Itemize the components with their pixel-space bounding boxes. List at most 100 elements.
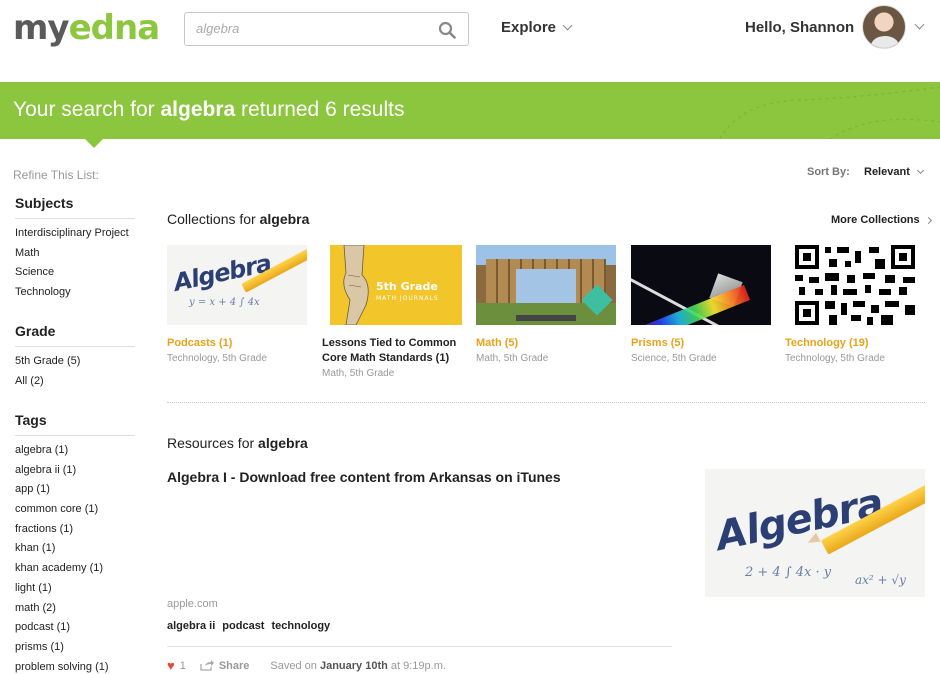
chevron-down-icon [916,166,924,175]
explore-menu[interactable]: Explore [501,19,573,36]
collections-query: algebra [259,211,310,227]
filter-tag[interactable]: podcast (1) [15,620,109,640]
collection-subtitle: Math, 5th Grade [322,368,395,379]
banner-decoration [719,86,940,139]
results-heading: Your search for algebra returned 6 resul… [13,98,404,122]
collection-subtitle: Technology, 5th Grade [785,353,885,364]
resource-actions: ♥ 1 Share Saved on January 10th at 9:19p… [167,658,446,673]
avatar[interactable] [862,5,906,49]
collection-title[interactable]: Prisms (5) [631,336,771,351]
results-prefix: Your search for [13,98,161,121]
collection-thumbnail [785,245,925,325]
filter-tag[interactable]: common core (1) [15,502,109,522]
resource-tags: algebra ii podcast technology [167,620,330,632]
collection-title[interactable]: Lessons Tied to Common Core Math Standar… [322,336,462,366]
resources-prefix: Resources for [167,435,259,451]
share-label: Share [218,659,250,672]
tags-list: algebra (1) algebra ii (1) app (1) commo… [15,443,109,674]
resource-title-link[interactable]: Algebra I - Download free content from A… [167,469,561,485]
grade-heading: Grade [15,323,135,347]
collection-title[interactable]: Math (5) [476,336,616,351]
saved-info: Saved on January 10th at 9:19p.m. [270,660,446,672]
sort-label: Sort By: [807,166,850,178]
filter-tag[interactable]: fractions (1) [15,522,109,542]
collection-card[interactable]: Math (5) Math, 5th Grade [476,245,616,364]
filter-tag[interactable]: khan (1) [15,541,109,561]
more-collections-label: More Collections [831,214,920,226]
filter-tag[interactable]: algebra ii (1) [15,463,109,483]
heart-icon[interactable]: ♥ [167,658,175,673]
share-icon [200,660,214,671]
like-count: 1 [179,659,186,672]
share-button[interactable]: Share [200,659,250,672]
logo-edna: edna [68,8,161,48]
collection-thumbnail: 5th Grade MATH JOURNALS [330,245,462,325]
filter-subject[interactable]: Technology [15,285,129,305]
resources-heading: Resources for algebra [167,435,308,451]
filter-tag[interactable]: algebra (1) [15,443,109,463]
results-query: algebra [160,98,236,121]
refine-label: Refine This List: [13,168,99,182]
search-input[interactable] [196,21,426,36]
chevron-down-icon [562,20,573,31]
results-banner: Your search for algebra returned 6 resul… [0,82,940,139]
filter-tag[interactable]: light (1) [15,581,109,601]
collection-subtitle: Math, 5th Grade [476,353,549,364]
filter-subject[interactable]: Interdisciplinary Project [15,226,129,246]
hand-drawing-image [343,245,369,325]
resource-tag[interactable]: algebra ii [167,620,215,632]
user-menu-chevron-icon[interactable] [914,19,925,30]
more-collections-link[interactable]: More Collections [831,214,932,226]
search-icon[interactable] [438,21,456,39]
collection-title[interactable]: Podcasts (1) [167,336,307,351]
algebra-word-art: Algebra [171,249,274,297]
chevron-right-icon [924,216,932,224]
saved-suffix: at 9:19p.m. [387,659,446,672]
collection-thumbnail [631,245,771,325]
subjects-list: Interdisciplinary Project Math Science T… [15,226,129,305]
collections-prefix: Collections for [167,211,260,227]
collection-card[interactable]: Technology (19) Technology, 5th Grade [785,245,925,364]
collection-card[interactable]: 5th Grade MATH JOURNALS Lessons Tied to … [322,245,462,379]
subjects-heading: Subjects [15,195,135,219]
filter-tag[interactable]: khan academy (1) [15,561,109,581]
qr-code-image [785,245,925,325]
filter-tag[interactable]: app (1) [15,482,109,502]
filter-subject[interactable]: Math [15,246,129,266]
saved-prefix: Saved on [270,659,320,672]
collection-thumbnail: Algebra y = x + 4 ∫ 4x [167,245,307,325]
grade-list: 5th Grade (5) All (2) [15,354,80,393]
collection-subtitle: Technology, 5th Grade [167,353,267,364]
journal-title: 5th Grade [376,280,438,293]
filter-subject[interactable]: Science [15,265,129,285]
sort-dropdown[interactable]: Relevant [864,166,924,178]
section-divider [167,402,925,403]
journal-subtitle: MATH JOURNALS [376,295,439,302]
myedna-logo[interactable]: myedna [13,8,161,48]
resource-rule [167,646,672,647]
tags-heading: Tags [15,412,135,436]
filter-tag[interactable]: problem solving (1) [15,660,109,674]
resource-tag[interactable]: podcast [222,620,264,632]
filter-tag[interactable]: math (2) [15,601,109,621]
top-header: myedna Explore Hello, Shannon [0,0,940,82]
filter-grade[interactable]: All (2) [15,374,80,394]
explore-label: Explore [501,19,557,36]
resources-query: algebra [258,435,308,451]
collection-subtitle: Science, 5th Grade [631,353,717,364]
user-greeting: Hello, Shannon [745,19,855,36]
collections-heading: Collections for algebra [167,211,309,227]
filter-grade[interactable]: 5th Grade (5) [15,354,80,374]
resource-tag[interactable]: technology [271,620,330,632]
sort-value: Relevant [864,166,910,178]
saved-date: January 10th [319,659,388,672]
resource-thumbnail[interactable]: Algebra 2 + 4 ∫ 4x · y ax² + √y [705,469,925,597]
resource-source: apple.com [167,598,218,610]
filter-tag[interactable]: prisms (1) [15,640,109,660]
results-suffix: returned 6 results [235,98,405,121]
collection-title[interactable]: Technology (19) [785,336,925,351]
logo-my: my [13,8,70,48]
collection-card[interactable]: Algebra y = x + 4 ∫ 4x Podcasts (1) Tech… [167,245,307,364]
collection-card[interactable]: Prisms (5) Science, 5th Grade [631,245,771,364]
banner-pointer [85,139,103,148]
